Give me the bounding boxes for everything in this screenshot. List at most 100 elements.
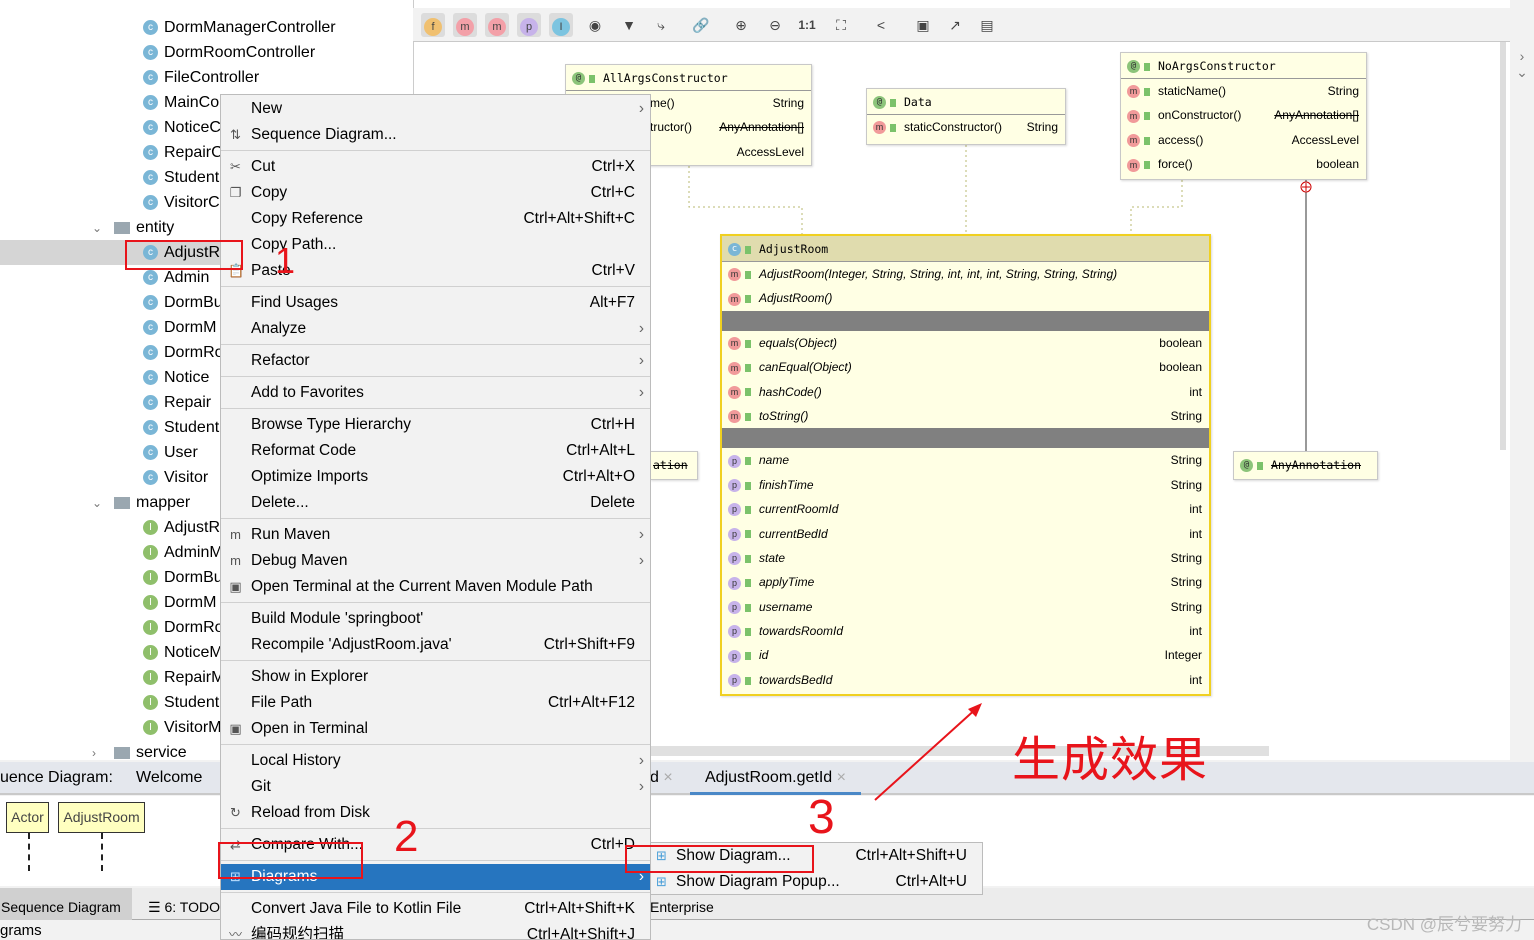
- menu-item-shortcut: Ctrl+H: [590, 416, 635, 433]
- menu-item-open-in-terminal[interactable]: ▣ Open in Terminal: [221, 716, 650, 742]
- uml-member-row[interactable]: p name String: [722, 448, 1209, 472]
- tree-item-label: DormBu: [164, 569, 223, 586]
- chevron-down-icon[interactable]: ⌄: [92, 216, 106, 241]
- public-icon: [1257, 461, 1263, 470]
- menu-item-local-history[interactable]: Local History ›: [221, 748, 650, 774]
- menu-item-new[interactable]: New ›: [221, 96, 650, 122]
- step-number-2: 2: [394, 812, 419, 861]
- tool-tab-todo[interactable]: ☰ 6: TODO: [148, 899, 220, 916]
- menu-item-convert-java-file-to-kotlin-file[interactable]: Convert Java File to Kotlin File Ctrl+Alt…: [221, 896, 650, 922]
- uml-adjustroom[interactable]: c AdjustRoom m AdjustRoom(Integer, String,…: [720, 234, 1211, 696]
- uml-member-row[interactable]: p towardsRoomId int: [722, 619, 1209, 643]
- m-icon[interactable]: m: [453, 13, 477, 37]
- menu-item-reload-from-disk[interactable]: ↻ Reload from Disk: [221, 800, 650, 826]
- uml-member-row[interactable]: m hashCode() int: [722, 380, 1209, 404]
- uml-member-row[interactable]: p finishTime String: [722, 473, 1209, 497]
- uml-member-row[interactable]: m onConstructor() AnyAnnotation[]: [1121, 103, 1366, 127]
- save-icon[interactable]: ▣: [911, 13, 935, 37]
- uml-member-row[interactable]: m AdjustRoom(Integer, String, String, int…: [722, 262, 1209, 286]
- zoom-out-icon[interactable]: ⊖: [763, 13, 787, 37]
- menu-item-build-module-springboot[interactable]: Build Module 'springboot': [221, 606, 650, 632]
- uml-member-row[interactable]: m AdjustRoom(): [722, 286, 1209, 310]
- menu-item-label: Run Maven: [251, 526, 331, 543]
- uml-member-row[interactable]: m toString() String: [722, 404, 1209, 428]
- menu-item-delete[interactable]: Delete... Delete: [221, 490, 650, 516]
- tab-adjustroom-getid[interactable]: AdjustRoom.getId ×: [690, 762, 861, 795]
- member-type: boolean: [1159, 335, 1202, 350]
- uml-member-row[interactable]: m canEqual(Object) boolean: [722, 355, 1209, 379]
- m-icon[interactable]: m: [485, 13, 509, 37]
- menu-item-file-path[interactable]: File Path Ctrl+Alt+F12: [221, 690, 650, 716]
- uml-anyannotation[interactable]: @ AnyAnnotation: [1233, 451, 1378, 480]
- chevron-down-icon[interactable]: ⌄: [92, 491, 106, 516]
- uml-data[interactable]: @ Data m staticConstructor() String: [866, 88, 1066, 145]
- chevron-right-icon[interactable]: ›: [1510, 48, 1534, 64]
- uml-partial-box[interactable]: ation: [650, 451, 698, 480]
- 1-1-icon[interactable]: 1:1: [795, 13, 819, 37]
- chevron-down-icon[interactable]: ⌄: [1510, 64, 1534, 81]
- uml-member-row[interactable]: p username String: [722, 595, 1209, 619]
- uml-noargsconstructor[interactable]: @ NoArgsConstructor m staticName() String m o…: [1120, 52, 1367, 180]
- actor-lifeline-box[interactable]: Actor: [6, 802, 49, 833]
- uml-member-row[interactable]: p applyTime String: [722, 570, 1209, 594]
- arrow-annotation: [874, 703, 982, 801]
- export-icon[interactable]: ↗: [943, 13, 967, 37]
- menu-item-debug-maven[interactable]: m Debug Maven ›: [221, 548, 650, 574]
- tool-tab-sequence-diagram[interactable]: Sequence Diagram: [0, 888, 132, 920]
- uml-member-row[interactable]: p currentRoomId int: [722, 497, 1209, 521]
- menu-item-find-usages[interactable]: Find Usages Alt+F7: [221, 290, 650, 316]
- filter-icon[interactable]: ▼: [617, 13, 641, 37]
- uml-member-row[interactable]: m equals(Object) boolean: [722, 331, 1209, 355]
- uml-member-row[interactable]: m staticName() String: [1121, 79, 1366, 103]
- tree-item[interactable]: c FileController: [0, 65, 413, 90]
- member-type: AnyAnnotation[]: [719, 120, 804, 135]
- uml-member-row[interactable]: p currentBedId int: [722, 522, 1209, 546]
- layout-icon[interactable]: <: [869, 13, 893, 37]
- menu-item-[interactable]: 〰编码规约扫描 Ctrl+Alt+Shift+J: [221, 922, 650, 939]
- zoom-in-icon[interactable]: ⊕: [729, 13, 753, 37]
- menu-item-copy[interactable]: ❐ Copy Ctrl+C: [221, 180, 650, 206]
- chevron-right-icon[interactable]: ›: [92, 741, 106, 760]
- uml-member-row[interactable]: m access() AccessLevel: [1121, 128, 1366, 152]
- f-icon[interactable]: f: [421, 13, 445, 37]
- highlight-box-3: [625, 845, 814, 873]
- member-name: name: [759, 453, 790, 468]
- tool-tab-enterprise[interactable]: Enterprise: [650, 899, 714, 915]
- menu-item-show-in-explorer[interactable]: Show in Explorer: [221, 664, 650, 690]
- uml-member-row[interactable]: p towardsBedId int: [722, 668, 1209, 692]
- tree-item-label: NoticeM: [164, 644, 223, 661]
- menu-item-browse-type-hierarchy[interactable]: Browse Type Hierarchy Ctrl+H: [221, 412, 650, 438]
- member-name: staticName(): [1158, 84, 1227, 98]
- I-icon[interactable]: I: [549, 13, 573, 37]
- tree-item[interactable]: c DormRoomController: [0, 40, 413, 65]
- menu-item-git[interactable]: Git ›: [221, 774, 650, 800]
- edge-icon[interactable]: ⤷: [649, 13, 673, 37]
- link-icon[interactable]: 🔗: [689, 13, 713, 37]
- menu-item-recompile-adjustroom-java[interactable]: Recompile 'AdjustRoom.java' Ctrl+Shift+F9: [221, 632, 650, 658]
- menu-item-copy-reference[interactable]: Copy Reference Ctrl+Alt+Shift+C: [221, 206, 650, 232]
- menu-item-analyze[interactable]: Analyze ›: [221, 316, 650, 342]
- menu-item-add-to-favorites[interactable]: Add to Favorites ›: [221, 380, 650, 406]
- tab-welcome[interactable]: Welcome: [136, 769, 202, 787]
- print-icon[interactable]: ▤: [975, 13, 999, 37]
- eye-icon[interactable]: ◉: [583, 13, 607, 37]
- menu-item-open-terminal-at-the-current-maven-module-path[interactable]: ▣ Open Terminal at the Current Maven Modu…: [221, 574, 650, 600]
- uml-member-row[interactable]: p id Integer: [722, 643, 1209, 667]
- menu-item-run-maven[interactable]: m Run Maven ›: [221, 522, 650, 548]
- menu-item-sequence-diagram[interactable]: ⇅ Sequence Diagram...: [221, 122, 650, 148]
- uml-member-row[interactable]: m force() boolean: [1121, 152, 1366, 176]
- menu-item-cut[interactable]: ✂ Cut Ctrl+X: [221, 154, 650, 180]
- menu-item-reformat-code[interactable]: Reformat Code Ctrl+Alt+L: [221, 438, 650, 464]
- close-icon[interactable]: ×: [663, 769, 672, 786]
- tree-item[interactable]: c DormManagerController: [0, 15, 413, 40]
- close-icon[interactable]: ×: [837, 769, 846, 786]
- menu-item-refactor[interactable]: Refactor ›: [221, 348, 650, 374]
- fit-icon[interactable]: ⛶: [829, 13, 853, 37]
- p-icon[interactable]: p: [517, 13, 541, 37]
- adjustroom-lifeline-box[interactable]: AdjustRoom: [58, 802, 145, 833]
- uml-member-row[interactable]: m staticConstructor() String: [867, 115, 1065, 139]
- tab-partial[interactable]: d ×: [650, 769, 673, 787]
- menu-item-label: Open Terminal at the Current Maven Modul…: [251, 578, 593, 595]
- uml-member-row[interactable]: p state String: [722, 546, 1209, 570]
- menu-item-optimize-imports[interactable]: Optimize Imports Ctrl+Alt+O: [221, 464, 650, 490]
